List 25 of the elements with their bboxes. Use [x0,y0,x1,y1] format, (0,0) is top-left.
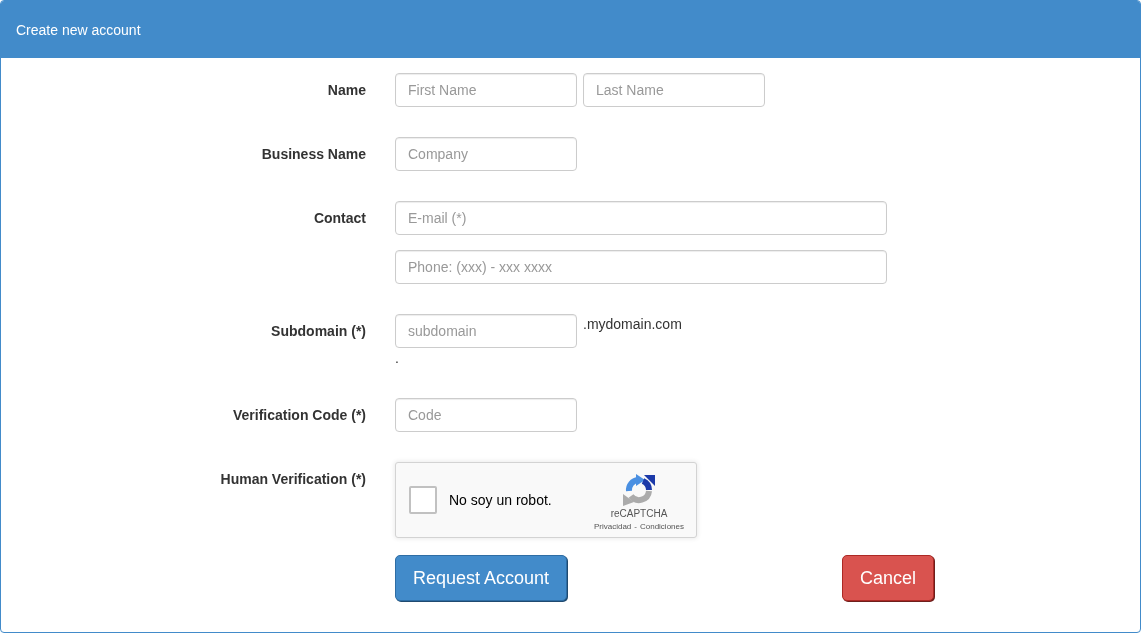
input-field[interactable]: E-mail (*) [395,201,887,235]
captcha-brand-text: reCAPTCHA [610,508,668,520]
separator-text: - [634,522,637,532]
field-label: Business Name [261,145,366,164]
input-field[interactable]: First Name [395,73,577,107]
field-label: Name [327,81,366,100]
submit-button[interactable]: Request Account [395,555,568,601]
input-field[interactable]: subdomain [395,314,577,348]
field-label: Verification Code (*) [232,406,366,425]
captcha-link[interactable]: Privacidad [593,522,632,532]
domain-suffix-text: .mydomain.com [583,315,682,334]
captcha-checkbox[interactable] [409,486,437,514]
field-label: Subdomain (*) [271,322,366,341]
input-field[interactable]: Last Name [583,73,765,107]
input-field[interactable]: Code [395,398,577,432]
panel-title: Create new account [16,20,141,40]
captcha-link[interactable]: Condiciones [639,522,684,532]
captcha-text: No soy un robot. [449,492,552,508]
note-text: . [395,349,399,368]
field-label: Human Verification (*) [220,470,366,489]
input-field[interactable]: Phone: (xxx) - xxx xxxx [395,250,887,284]
input-field[interactable]: Company [395,137,577,171]
circular-arrows-icon [622,474,655,506]
field-label: Contact [313,209,366,228]
cancel-button[interactable]: Cancel [841,555,934,601]
